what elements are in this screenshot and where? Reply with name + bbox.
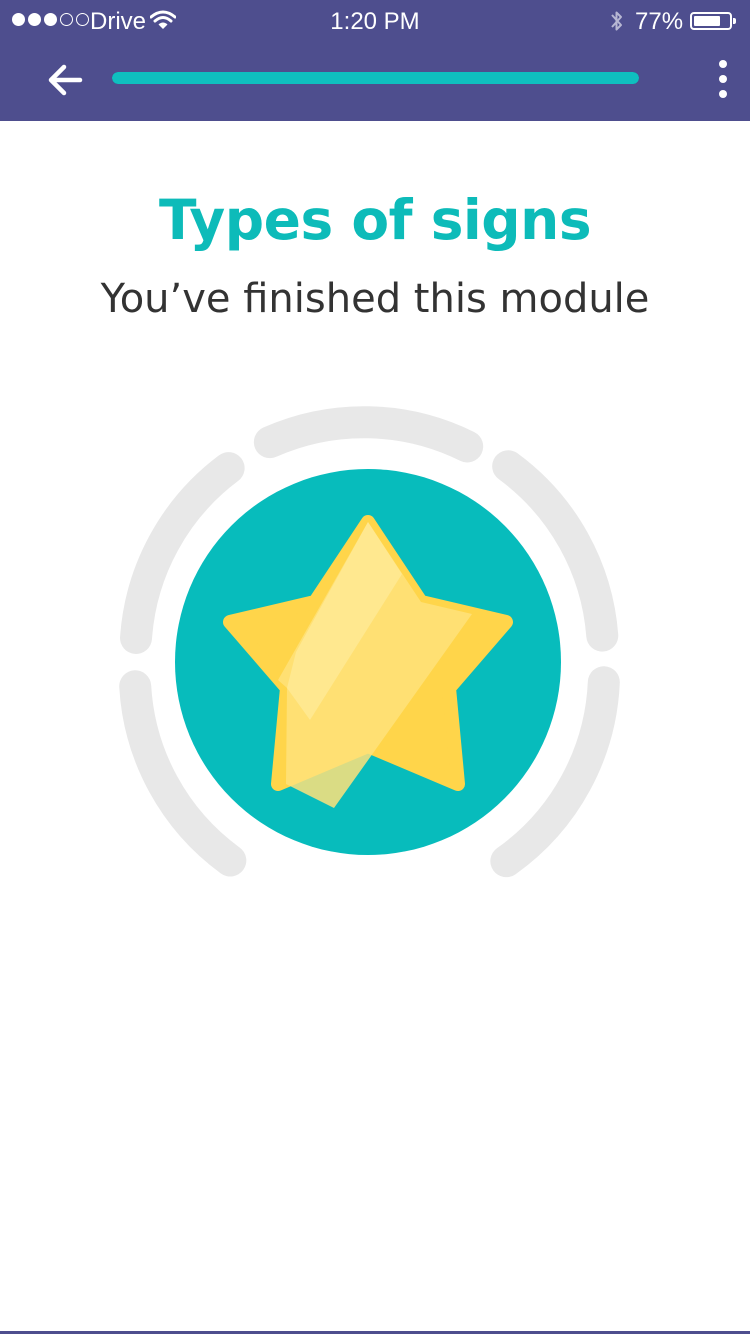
battery-tip	[733, 18, 736, 24]
top-bar: Drive 1:20 PM 77%	[0, 0, 750, 121]
page-title: Types of signs	[158, 188, 592, 252]
bluetooth-icon	[608, 8, 626, 41]
battery-percentage: 77%	[635, 8, 684, 35]
arrow-left-icon	[48, 64, 83, 96]
status-bar: Drive 1:20 PM 77%	[0, 0, 750, 40]
completion-badge	[100, 390, 640, 890]
completion-message: You’ve finished this module	[100, 276, 650, 322]
screen: Drive 1:20 PM 77% Types of signs You’ve …	[0, 0, 750, 1334]
more-options-button[interactable]	[706, 58, 740, 102]
battery-level-fill	[694, 16, 721, 26]
back-button[interactable]	[40, 56, 94, 104]
battery-icon	[690, 12, 732, 30]
module-progress-bar	[112, 72, 639, 84]
more-vertical-icon	[719, 60, 727, 98]
module-progress-fill	[112, 72, 639, 84]
